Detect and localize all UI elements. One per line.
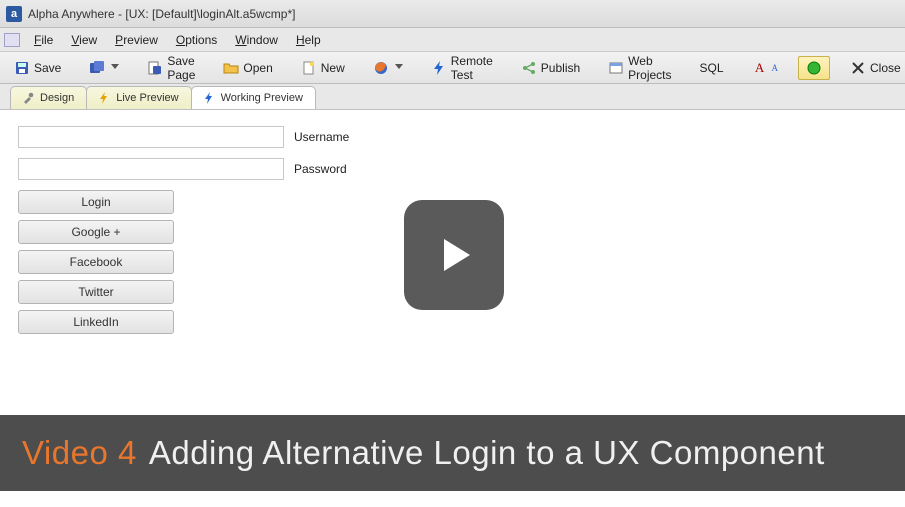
disks-icon	[89, 60, 105, 76]
disk-icon	[14, 60, 30, 76]
open-button[interactable]: Open	[215, 56, 280, 80]
sql-label: SQL	[700, 61, 724, 75]
close-label: Close	[870, 61, 901, 75]
new-button[interactable]: New	[293, 56, 353, 80]
tab-live-preview-label: Live Preview	[116, 92, 178, 104]
tab-bar: Design Live Preview Working Preview	[0, 84, 905, 110]
username-label: Username	[294, 130, 349, 144]
save-page-label: Save Page	[167, 54, 195, 82]
firefox-icon	[373, 60, 389, 76]
toolbar: Save Save Page Open New Remote Test Publ…	[0, 52, 905, 84]
password-input[interactable]	[18, 158, 284, 180]
new-doc-icon	[301, 60, 317, 76]
lightning-icon	[431, 60, 447, 76]
menu-bar: File View Preview Options Window Help	[0, 28, 905, 52]
menu-window[interactable]: Window	[227, 30, 286, 50]
font-icon: A	[752, 60, 768, 76]
tab-design-label: Design	[40, 92, 74, 104]
chevron-down-icon	[395, 64, 403, 72]
google-plus-button[interactable]: Google +	[18, 220, 174, 244]
chevron-down-icon	[111, 64, 119, 72]
caption-text: Adding Alternative Login to a UX Compone…	[149, 434, 825, 472]
publish-button[interactable]: Publish	[513, 56, 588, 80]
menu-options[interactable]: Options	[168, 30, 225, 50]
green-circle-icon	[806, 60, 822, 76]
menu-view[interactable]: View	[63, 30, 105, 50]
web-projects-button[interactable]: Web Projects	[600, 50, 679, 86]
web-projects-icon	[608, 60, 624, 76]
caption-prefix: Video 4	[22, 434, 137, 472]
publish-label: Publish	[541, 61, 580, 75]
save-button[interactable]: Save	[6, 56, 69, 80]
save-page-icon	[147, 60, 163, 76]
wrench-icon	[21, 91, 35, 105]
remote-test-label: Remote Test	[451, 54, 493, 82]
lightning-icon	[202, 91, 216, 105]
save-label: Save	[34, 61, 61, 75]
remote-test-button[interactable]: Remote Test	[423, 50, 501, 86]
new-label: New	[321, 61, 345, 75]
facebook-button[interactable]: Facebook	[18, 250, 174, 274]
username-input[interactable]	[18, 126, 284, 148]
close-icon	[850, 60, 866, 76]
video-play-button[interactable]	[404, 200, 504, 310]
password-label: Password	[294, 162, 347, 176]
lightning-icon	[97, 91, 111, 105]
font-button[interactable]: AA	[744, 56, 787, 80]
password-row: Password	[18, 158, 887, 180]
status-button[interactable]	[798, 56, 830, 80]
video-caption-bar: Video 4 Adding Alternative Login to a UX…	[0, 415, 905, 491]
window-titlebar: a Alpha Anywhere - [UX: [Default]\loginA…	[0, 0, 905, 28]
sql-button[interactable]: SQL	[692, 57, 732, 79]
tab-design[interactable]: Design	[10, 86, 87, 109]
web-projects-label: Web Projects	[628, 54, 671, 82]
twitter-button[interactable]: Twitter	[18, 280, 174, 304]
open-label: Open	[243, 61, 272, 75]
tab-live-preview[interactable]: Live Preview	[86, 86, 191, 109]
font-icon-small: A	[772, 63, 779, 73]
linkedin-button[interactable]: LinkedIn	[18, 310, 174, 334]
play-icon	[430, 231, 478, 279]
menu-file[interactable]: File	[26, 30, 61, 50]
folder-open-icon	[223, 60, 239, 76]
save-all-button[interactable]	[81, 56, 127, 80]
menu-toggle-icon[interactable]	[4, 33, 20, 47]
menu-preview[interactable]: Preview	[107, 30, 166, 50]
firefox-button[interactable]	[365, 56, 411, 80]
close-button[interactable]: Close	[842, 56, 905, 80]
menu-help[interactable]: Help	[288, 30, 329, 50]
window-title: Alpha Anywhere - [UX: [Default]\loginAlt…	[28, 7, 295, 21]
login-button[interactable]: Login	[18, 190, 174, 214]
save-page-button[interactable]: Save Page	[139, 50, 203, 86]
app-icon: a	[6, 6, 22, 22]
publish-icon	[521, 60, 537, 76]
tab-working-preview[interactable]: Working Preview	[191, 86, 316, 109]
username-row: Username	[18, 126, 887, 148]
tab-working-preview-label: Working Preview	[221, 92, 303, 104]
